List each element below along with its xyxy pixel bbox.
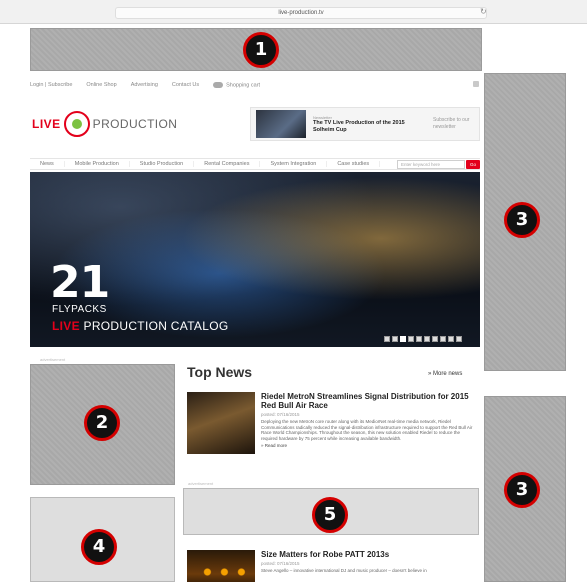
hero-line2-rest: PRODUCTION CATALOG: [79, 319, 229, 333]
article-title[interactable]: Riedel MetroN Streamlines Signal Distrib…: [261, 392, 477, 410]
nav-news[interactable]: News: [30, 161, 65, 167]
utility-nav-login[interactable]: Login | Subscribe: [30, 82, 72, 88]
article-riedel[interactable]: Riedel MetroN Streamlines Signal Distrib…: [187, 392, 477, 470]
hero-dot[interactable]: [448, 336, 454, 342]
browser-toolbar: live-production.tv ↻: [0, 0, 587, 24]
more-news-link[interactable]: » More news: [428, 371, 462, 377]
utility-nav-advertising[interactable]: Advertising: [131, 82, 158, 88]
shopping-cart-label: Shopping cart: [226, 82, 261, 89]
hero-line2-red: LIVE: [52, 319, 80, 333]
search-go-button[interactable]: Go: [466, 159, 480, 169]
hero-dot[interactable]: [440, 336, 446, 342]
hero-banner[interactable]: 21 FLYPACKS LIVE PRODUCTION CATALOG: [30, 172, 480, 347]
badge-3-bottom: 3: [504, 472, 540, 508]
hero-dot[interactable]: [456, 336, 462, 342]
logo-mark-icon: [63, 111, 90, 137]
shopping-cart-link[interactable]: Shopping cart: [213, 81, 261, 89]
nav-studio-production[interactable]: Studio Production: [130, 161, 195, 167]
hero-pagination: [384, 336, 462, 342]
address-bar[interactable]: live-production.tv: [115, 7, 487, 19]
hero-dot[interactable]: [392, 336, 398, 342]
badge-3-top: 3: [504, 202, 540, 238]
article-robe[interactable]: Size Matters for Robe PATT 2013s posted:…: [187, 550, 477, 582]
top-news-heading: Top News: [187, 364, 253, 380]
search-input[interactable]: Enter keyword here: [397, 159, 465, 169]
nav-case-studies[interactable]: Case studies: [327, 161, 381, 167]
article-date: posted: 07/16/2015: [261, 412, 300, 417]
hero-dot[interactable]: [424, 336, 430, 342]
badge-2: 2: [84, 405, 120, 441]
badge-5: 5: [312, 497, 348, 533]
article-date: posted: 07/16/2015: [261, 561, 300, 566]
article-excerpt: Steve Angello – innovative international…: [261, 568, 427, 573]
rss-icon[interactable]: [473, 81, 479, 87]
badge-1: 1: [243, 32, 279, 68]
hero-dot[interactable]: [400, 336, 406, 342]
site-logo[interactable]: LIVE PRODUCTION: [32, 111, 178, 137]
hero-dot[interactable]: [408, 336, 414, 342]
newsletter-promo[interactable]: Newsletter The TV Live Production of the…: [250, 107, 480, 141]
hero-number: 21: [50, 257, 110, 308]
article-thumbnail[interactable]: [187, 550, 255, 582]
toggle-icon: [213, 81, 224, 88]
logo-live-text: LIVE: [32, 117, 61, 131]
article-excerpt: Deploying the new MetroN core router alo…: [261, 419, 473, 441]
main-nav: News Mobile Production Studio Production…: [30, 158, 480, 170]
article-body: Size Matters for Robe PATT 2013s posted:…: [261, 550, 477, 574]
reload-icon[interactable]: ↻: [480, 7, 487, 17]
nav-rental-companies[interactable]: Rental Companies: [194, 161, 261, 167]
utility-nav-contact[interactable]: Contact Us: [172, 82, 199, 88]
article-body: Riedel MetroN Streamlines Signal Distrib…: [261, 392, 477, 448]
hero-dot[interactable]: [432, 336, 438, 342]
article-title[interactable]: Size Matters for Robe PATT 2013s: [261, 550, 477, 559]
nav-mobile-production[interactable]: Mobile Production: [65, 161, 130, 167]
article-thumbnail[interactable]: [187, 392, 255, 454]
hero-dot[interactable]: [384, 336, 390, 342]
read-more-link[interactable]: » Read more: [261, 443, 477, 448]
ad-label-left: advertisement: [40, 357, 66, 362]
hero-dot[interactable]: [416, 336, 422, 342]
hero-line1: FLYPACKS: [52, 304, 107, 315]
ad-label-content: advertisement: [188, 481, 214, 486]
hero-line2: LIVE PRODUCTION CATALOG: [52, 319, 228, 333]
utility-nav-shop[interactable]: Online Shop: [86, 82, 116, 88]
badge-4: 4: [81, 529, 117, 565]
newsletter-thumbnail: [256, 110, 306, 138]
utility-nav: Login | Subscribe Online Shop Advertisin…: [30, 80, 482, 90]
nav-system-integration[interactable]: System Integration: [260, 161, 328, 167]
logo-production-text: PRODUCTION: [92, 117, 178, 131]
newsletter-subscribe-link[interactable]: Subscribe to our newsletter: [433, 117, 473, 131]
screenshot-frame: live-production.tv ↻ 1 Login | Subscribe…: [0, 0, 587, 582]
newsletter-text: Newsletter The TV Live Production of the…: [313, 115, 425, 134]
newsletter-title: The TV Live Production of the 2015 Solhe…: [313, 119, 405, 133]
